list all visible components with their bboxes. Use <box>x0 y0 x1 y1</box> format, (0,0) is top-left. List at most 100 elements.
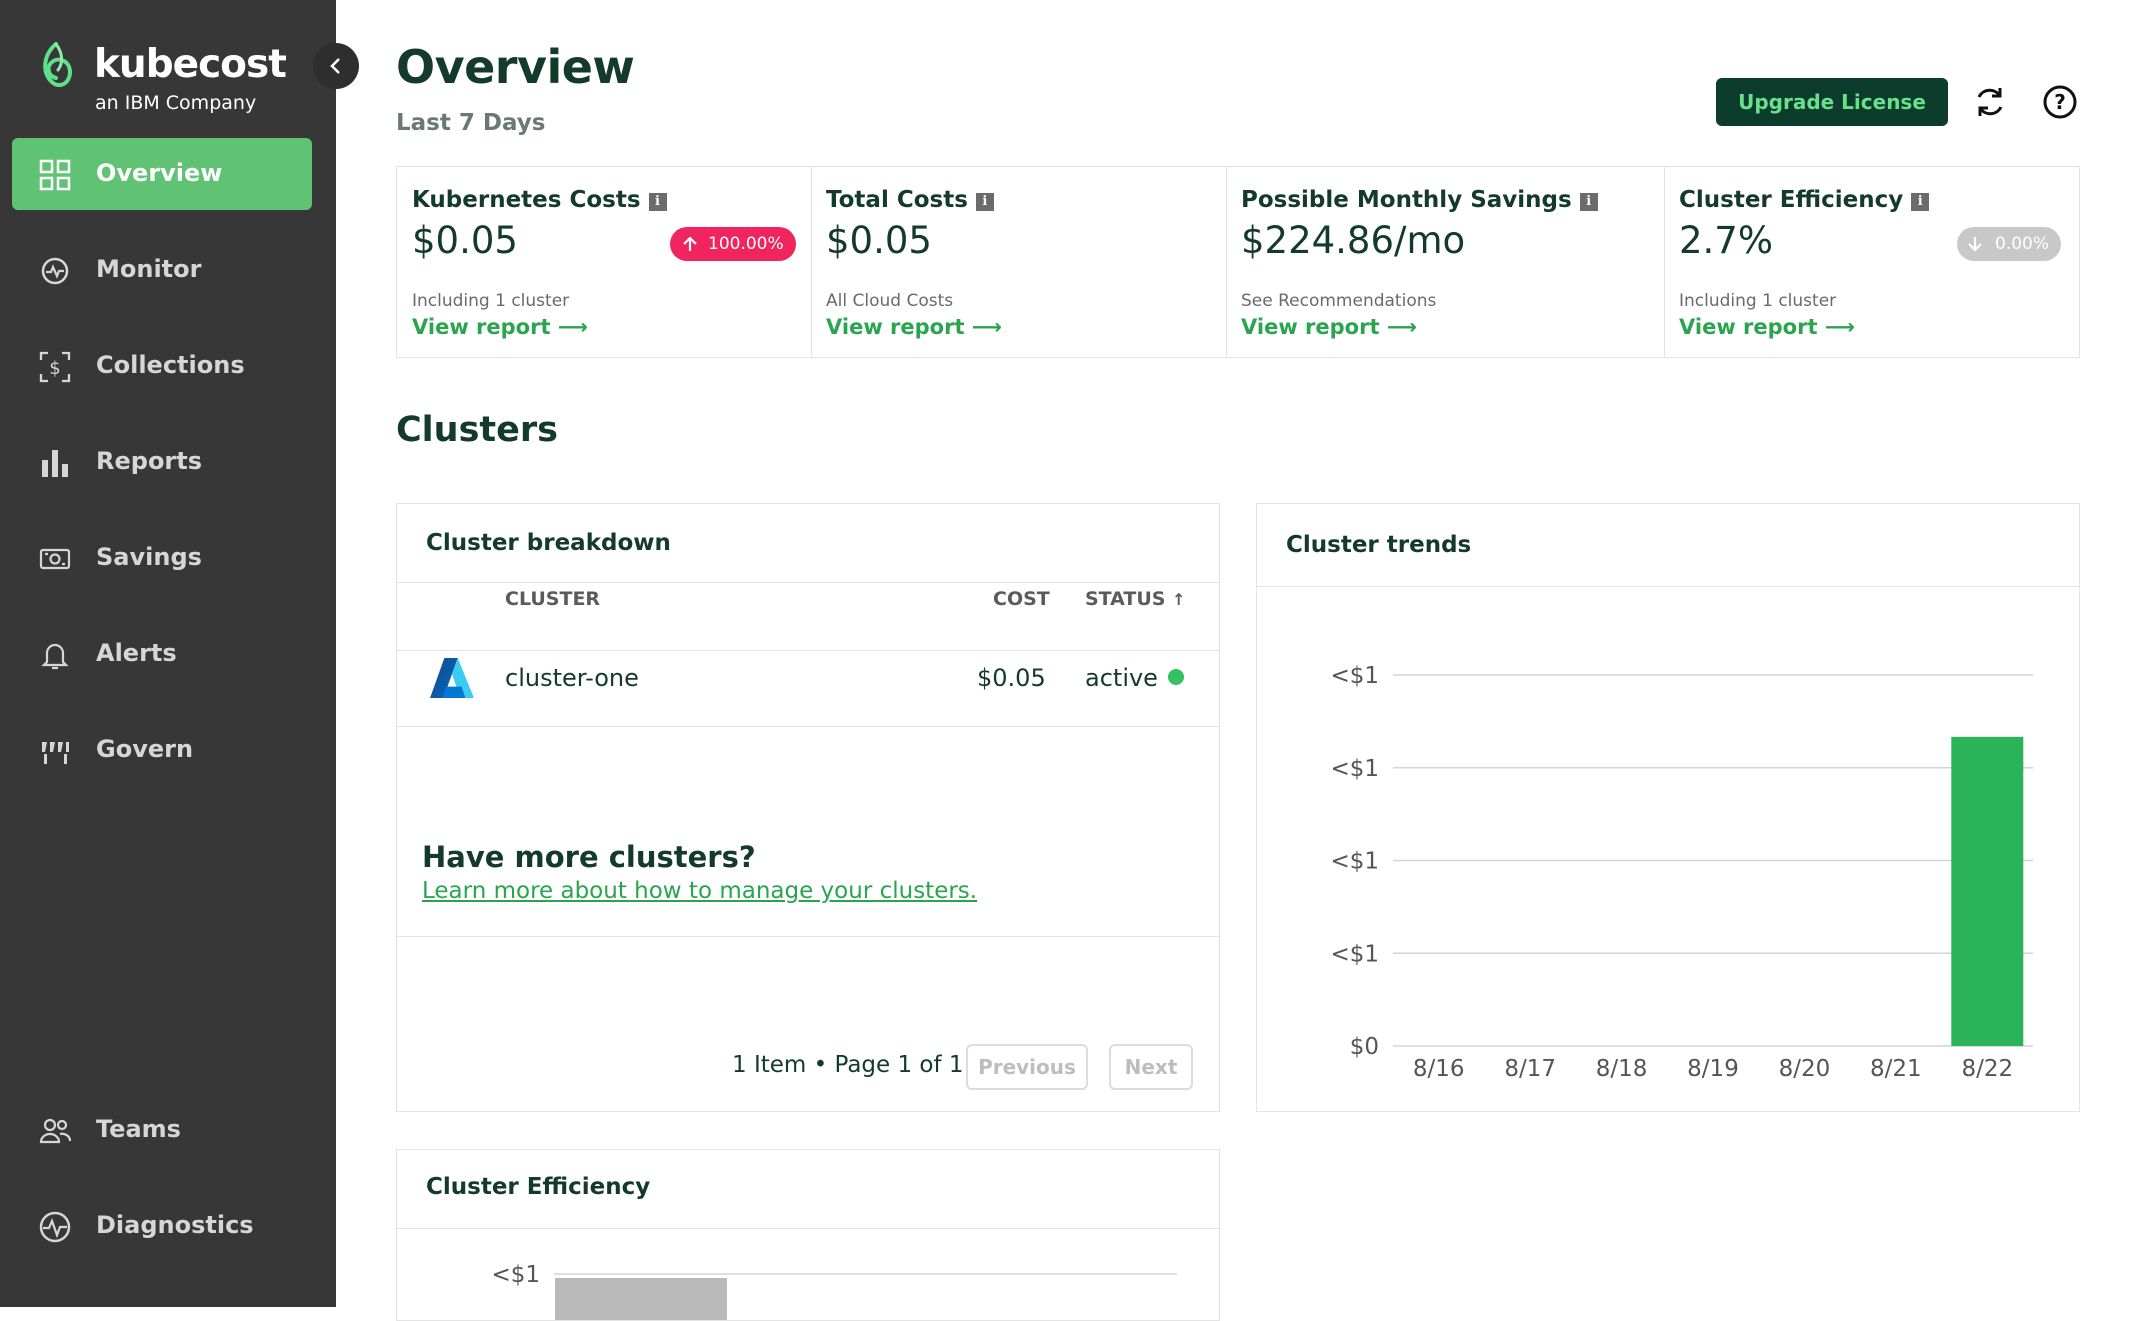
divider <box>397 650 1219 651</box>
x-tick-label: 8/22 <box>1961 1056 2013 1082</box>
brand-tagline: an IBM Company <box>95 92 257 114</box>
sidebar-item-govern[interactable]: Govern <box>12 714 312 786</box>
view-report-link[interactable]: View report ⟶ <box>1241 315 1417 339</box>
arrow-right-icon: ⟶ <box>557 315 588 339</box>
manage-clusters-link[interactable]: Learn more about how to manage your clus… <box>422 878 977 904</box>
arrow-right-icon: ⟶ <box>1824 315 1855 339</box>
sidebar-item-collections[interactable]: $ Collections <box>12 330 312 402</box>
status-dot-icon <box>1167 669 1184 685</box>
dollar-frame-icon: $ <box>39 351 71 383</box>
date-range-label: Last 7 Days <box>396 110 546 136</box>
metric-value: 2.7% <box>1679 219 1773 262</box>
arrow-right-icon: ⟶ <box>1386 315 1417 339</box>
status-badge: active <box>1085 664 1184 692</box>
sidebar-item-alerts[interactable]: Alerts <box>12 618 312 690</box>
sidebar-item-teams[interactable]: Teams <box>12 1094 312 1166</box>
metric-value: $0.05 <box>412 219 518 262</box>
y-tick-label: <$1 <box>491 1262 540 1288</box>
metric-desc: Including 1 cluster <box>412 291 570 311</box>
brand[interactable]: kubecost an IBM Company <box>36 40 296 120</box>
svg-text:$: $ <box>49 358 60 379</box>
arrow-right-icon: ⟶ <box>971 315 1002 339</box>
cluster-efficiency-card: Cluster Efficiency <$1 <box>396 1149 1220 1321</box>
metric-desc: All Cloud Costs <box>826 291 954 311</box>
bell-icon <box>41 643 69 670</box>
govern-icon <box>42 742 69 764</box>
metric-title: Kubernetes Costs <box>412 187 641 213</box>
info-icon[interactable]: i <box>975 193 994 211</box>
refresh-icon[interactable] <box>1970 82 2010 122</box>
y-tick-label: <$1 <box>1330 663 1379 689</box>
sidebar-item-label: Collections <box>96 351 245 379</box>
metric-desc: See Recommendations <box>1241 291 1437 311</box>
next-page-button[interactable]: Next <box>1109 1044 1193 1090</box>
people-icon <box>39 1118 72 1144</box>
metric-total-costs: Total Costs i $0.05 All Cloud Costs View … <box>811 167 1227 357</box>
info-icon[interactable]: i <box>1911 193 1930 211</box>
help-icon[interactable]: ? <box>2040 82 2080 122</box>
previous-page-button[interactable]: Previous <box>966 1044 1088 1090</box>
view-report-link[interactable]: View report ⟶ <box>826 315 1002 339</box>
promo-title: Have more clusters? <box>422 840 756 874</box>
money-bill-icon <box>39 548 71 570</box>
sidebar-item-label: Overview <box>96 159 223 187</box>
monitor-pulse-icon <box>41 257 69 285</box>
pagination-summary: 1 Item • Page 1 of 1 <box>732 1052 964 1078</box>
column-header-status[interactable]: STATUS ↑ <box>1085 588 1186 610</box>
metric-title: Cluster Efficiency <box>1679 187 1904 213</box>
divider <box>397 582 1219 583</box>
sidebar-item-label: Monitor <box>96 255 202 283</box>
cluster-cost: $0.05 <box>977 664 1046 692</box>
metric-value: $0.05 <box>826 219 932 262</box>
metric-title: Possible Monthly Savings <box>1241 187 1572 213</box>
metric-value: $224.86/mo <box>1241 219 1466 262</box>
column-header-cluster[interactable]: CLUSTER <box>505 588 600 610</box>
x-tick-label: 8/18 <box>1596 1056 1648 1082</box>
collapse-sidebar-button[interactable] <box>313 43 359 89</box>
metric-kubernetes-costs: Kubernetes Costs i $0.05 100.00% Includin… <box>397 167 812 357</box>
cluster-breakdown-card: Cluster breakdown CLUSTER COST STATUS ↑ … <box>396 503 1220 1112</box>
y-tick-label: $0 <box>1350 1034 1379 1060</box>
arrow-down-icon <box>1968 237 1982 252</box>
svg-text:?: ? <box>2054 90 2066 114</box>
badge-value: 0.00% <box>1995 234 2050 254</box>
upgrade-license-button[interactable]: Upgrade License <box>1716 78 1948 126</box>
x-tick-label: 8/17 <box>1504 1056 1556 1082</box>
divider <box>397 936 1219 937</box>
sidebar-item-label: Reports <box>96 447 203 475</box>
brand-name: kubecost <box>94 42 287 87</box>
sidebar-item-label: Diagnostics <box>96 1211 254 1239</box>
view-report-link[interactable]: View report ⟶ <box>1679 315 1855 339</box>
sidebar-item-label: Savings <box>96 543 202 571</box>
chevron-left-icon <box>330 58 340 74</box>
sidebar-item-diagnostics[interactable]: Diagnostics <box>12 1190 312 1262</box>
column-header-cost[interactable]: COST <box>993 588 1050 610</box>
sidebar-item-label: Govern <box>96 735 194 763</box>
grid-icon <box>39 159 71 191</box>
bar <box>1951 736 2024 1046</box>
sidebar-item-overview[interactable]: Overview <box>12 138 312 210</box>
cluster-name[interactable]: cluster-one <box>505 664 639 692</box>
y-tick-label: <$1 <box>1330 849 1379 875</box>
sidebar-item-reports[interactable]: Reports <box>12 426 312 498</box>
metric-possible-savings: Possible Monthly Savings i $224.86/mo See… <box>1226 167 1665 357</box>
badge-value: 100.00% <box>708 234 784 254</box>
sidebar: kubecost an IBM Company Overview Monitor… <box>0 0 336 1307</box>
cluster-efficiency-chart: <$1 <box>491 1262 1177 1320</box>
info-icon[interactable]: i <box>648 193 667 211</box>
sidebar-item-monitor[interactable]: Monitor <box>12 234 312 306</box>
y-tick-label: <$1 <box>1330 941 1379 967</box>
kubecost-logo-icon <box>43 42 73 88</box>
sidebar-item-label: Alerts <box>96 639 177 667</box>
cluster-trends-chart: $0 <$1 <$1 <$1 <$1 8/16 8/17 8/18 8/19 8/20 8/21 8/… <box>1330 663 2033 1082</box>
arrow-up-icon <box>683 236 697 251</box>
view-report-link[interactable]: View report ⟶ <box>412 315 588 339</box>
x-tick-label: 8/16 <box>1413 1056 1465 1082</box>
azure-logo-icon <box>430 657 474 699</box>
change-badge: 100.00% <box>670 227 796 261</box>
sort-arrow-up-icon: ↑ <box>1172 590 1186 609</box>
sidebar-item-savings[interactable]: Savings <box>12 522 312 594</box>
info-icon[interactable]: i <box>1579 193 1598 211</box>
card-title: Cluster breakdown <box>426 530 671 556</box>
diagnostics-icon <box>39 1211 71 1243</box>
